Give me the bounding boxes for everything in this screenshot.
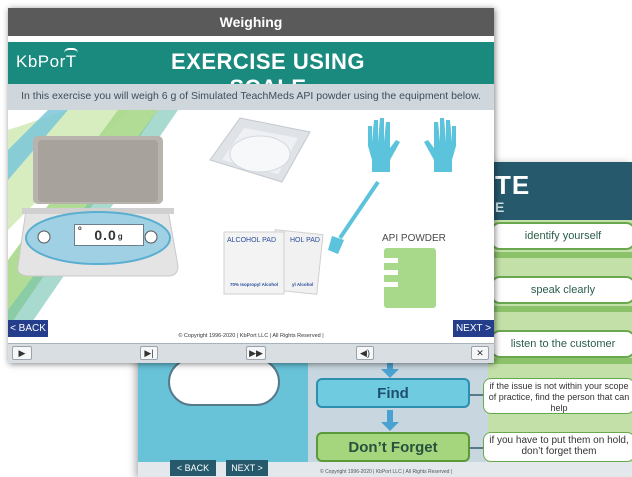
- scale-readout: o 0.0 g: [74, 224, 144, 246]
- fast-forward-button[interactable]: ▶▶: [246, 346, 266, 360]
- weighing-window[interactable]: Weighing KbPorT EXERCISE USING SCALE In …: [8, 8, 494, 363]
- alcohol-pad-foot: 70% Isopropyl Alcohol: [230, 282, 279, 287]
- pill-speak-clearly: speak clearly: [490, 276, 632, 304]
- pill-listen-to-customer: listen to the customer: [490, 330, 632, 358]
- alcohol-pad-label: ALCOHOL PAD: [227, 237, 277, 244]
- play-button[interactable]: ▶: [12, 346, 32, 360]
- kbport-logo: KbPorT: [16, 48, 78, 72]
- flow-arrow-icon: [381, 362, 399, 378]
- note-dont-forget: if you have to put them on hold, don’t f…: [483, 432, 632, 462]
- close-button[interactable]: ✕: [471, 346, 489, 360]
- instruction-band: In this exercise you will weigh 6 g of S…: [8, 84, 494, 110]
- api-powder-label: API POWDER: [382, 233, 446, 244]
- background-stripe: [488, 358, 632, 364]
- note-find: if the issue is not within your scope of…: [483, 378, 632, 414]
- flow-arrow-icon: [381, 410, 399, 431]
- pill-identify-yourself: identify yourself: [490, 222, 632, 250]
- background-next-button[interactable]: NEXT >: [226, 460, 268, 476]
- step-forward-button[interactable]: ▶|: [140, 346, 158, 360]
- weigh-boat[interactable]: [200, 116, 318, 188]
- flow-box-find: Find: [316, 378, 470, 408]
- flow-box-dont-forget: Don’t Forget: [316, 432, 470, 462]
- copyright: © Copyright 1996-2020 | KbPort LLC | All…: [178, 333, 324, 339]
- instruction-text: In this exercise you will weigh 6 g of S…: [21, 90, 481, 102]
- volume-button[interactable]: ◀): [356, 346, 374, 360]
- scale-reading: 0.0: [94, 227, 117, 243]
- lesson-header: KbPorT EXERCISE USING SCALE: [8, 42, 494, 100]
- window-title: Weighing: [8, 8, 494, 36]
- api-powder-container[interactable]: [378, 246, 448, 310]
- background-stripe: [488, 306, 632, 312]
- gloves-icon[interactable]: [360, 116, 464, 176]
- background-oval-shape: [168, 358, 280, 406]
- background-stripe: [488, 252, 632, 258]
- scale-unit: g: [117, 232, 124, 241]
- background-back-button[interactable]: < BACK: [170, 460, 216, 476]
- digital-scale[interactable]: [8, 126, 198, 286]
- alcohol-pad-foot-back: yl Alcohol: [292, 282, 314, 287]
- background-subtitle: E: [495, 199, 505, 215]
- background-title: TE: [495, 170, 531, 200]
- background-copyright: © Copyright 1996-2020 | KbPort LLC | All…: [320, 469, 453, 475]
- alcohol-pad-label-back: HOL PAD: [290, 237, 320, 244]
- spatula-icon[interactable]: [326, 178, 386, 258]
